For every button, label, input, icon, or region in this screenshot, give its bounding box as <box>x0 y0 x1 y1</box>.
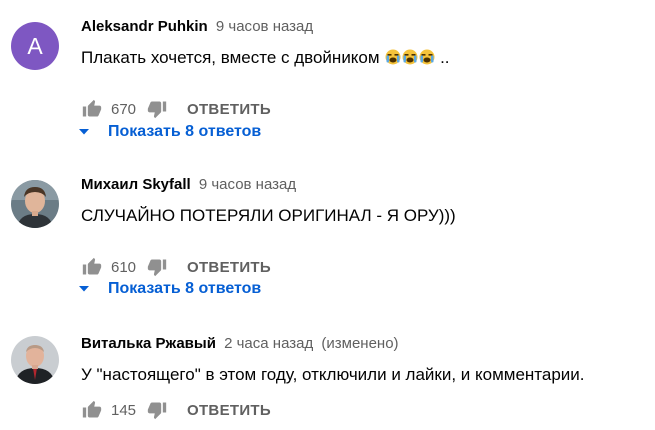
comment-text: Плакать хочется, вместе с двойником .. <box>81 46 450 70</box>
comment-time[interactable]: 2 часа назад <box>224 335 313 352</box>
show-replies-label: Показать 8 ответов <box>108 123 262 140</box>
comment-header: Михаил Skyfall 9 часов назад <box>81 175 296 195</box>
avatar-letter: A <box>27 33 43 59</box>
caret-down-icon <box>78 126 90 138</box>
show-replies-label: Показать 8 ответов <box>108 280 262 297</box>
thumbs-up-icon <box>82 99 102 117</box>
crying-emoji-group <box>384 48 440 67</box>
comment-text: СЛУЧАЙНО ПОТЕРЯЛИ ОРИГИНАЛ - Я ОРУ))) <box>81 206 456 225</box>
comment-time[interactable]: 9 часов назад <box>216 18 313 35</box>
avatar[interactable]: A <box>11 22 59 70</box>
like-button[interactable] <box>80 255 104 279</box>
thumbs-up-icon <box>82 400 102 418</box>
thumbs-down-icon <box>147 259 167 277</box>
reply-button[interactable]: ОТВЕТИТЬ <box>187 259 271 276</box>
crying-face-emoji-icon <box>385 49 401 65</box>
author-name[interactable]: Aleksandr Puhkin <box>81 18 208 35</box>
comment-actions: 670 ОТВЕТИТЬ <box>80 97 271 121</box>
comment-header: Aleksandr Puhkin 9 часов назад <box>81 17 313 37</box>
crying-face-emoji-icon <box>419 49 435 65</box>
author-name[interactable]: Виталька Ржавый <box>81 335 216 352</box>
crying-face-emoji-icon <box>402 49 418 65</box>
like-count: 610 <box>111 258 137 276</box>
like-button[interactable] <box>80 398 104 422</box>
caret-down-icon <box>78 283 90 295</box>
reply-button[interactable]: ОТВЕТИТЬ <box>187 402 271 419</box>
thumbs-down-icon <box>147 402 167 420</box>
show-replies-button[interactable]: Показать 8 ответов <box>78 278 261 300</box>
comment-text: У "настоящего" в этом году, отключили и … <box>81 365 585 384</box>
avatar[interactable] <box>11 336 59 384</box>
thumbs-down-icon <box>147 101 167 119</box>
user-avatar-photo <box>11 180 59 228</box>
dislike-button[interactable] <box>145 97 169 121</box>
avatar[interactable] <box>11 180 59 228</box>
like-button[interactable] <box>80 97 104 121</box>
thumbs-up-icon <box>82 257 102 275</box>
edited-label: (изменено) <box>321 335 399 352</box>
like-count: 145 <box>111 401 137 419</box>
comment-actions: 145 ОТВЕТИТЬ <box>80 398 271 422</box>
comment-time[interactable]: 9 часов назад <box>199 176 296 193</box>
like-count: 670 <box>111 100 137 118</box>
dislike-button[interactable] <box>145 398 169 422</box>
comment-text-body: Плакать хочется, вместе с двойником <box>81 48 380 67</box>
author-name[interactable]: Михаил Skyfall <box>81 176 191 193</box>
dislike-button[interactable] <box>145 255 169 279</box>
user-avatar-photo <box>11 336 59 384</box>
comment-text-suffix: .. <box>440 48 450 67</box>
comment-actions: 610 ОТВЕТИТЬ <box>80 255 271 279</box>
show-replies-button[interactable]: Показать 8 ответов <box>78 121 261 143</box>
comment-header: Виталька Ржавый 2 часа назад (изменено) <box>81 334 399 354</box>
reply-button[interactable]: ОТВЕТИТЬ <box>187 101 271 118</box>
